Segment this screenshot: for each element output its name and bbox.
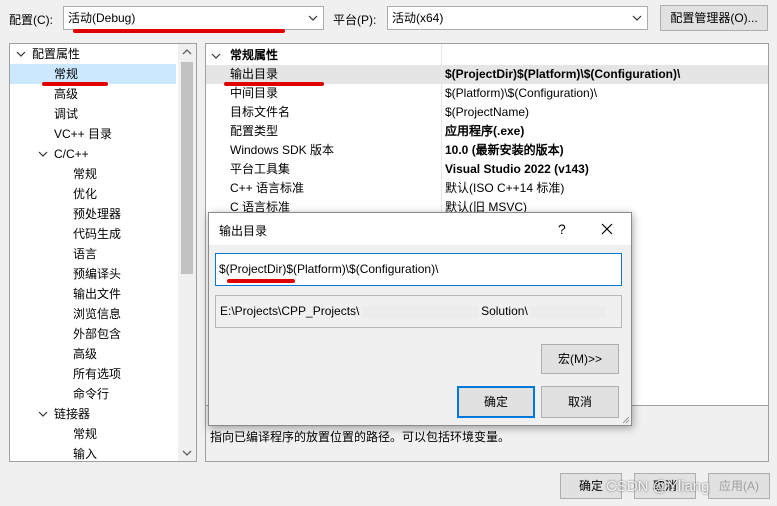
tree-item-label: 高级 — [73, 347, 98, 361]
dialog-ok-button[interactable]: 确定 — [457, 386, 535, 418]
tree-item-label: 常规 — [54, 67, 79, 81]
chevron-down-icon — [211, 53, 221, 59]
tree-item-label: 常规 — [73, 167, 98, 181]
property-value: Visual Studio 2022 (v143) — [445, 162, 589, 176]
help-icon[interactable]: ? — [558, 221, 566, 237]
evaluated-prefix: E:\Projects\CPP_Projects\ — [220, 304, 360, 318]
description-text: 指向已编译程序的放置位置的路径。可以包括环境变量。 — [210, 430, 511, 444]
platform-dropdown-value: 活动(x64) — [392, 11, 444, 25]
redacted-block — [531, 305, 606, 318]
tree-item-label: 外部包含 — [73, 327, 122, 341]
scroll-up-icon[interactable] — [182, 48, 192, 56]
chevron-down-icon — [308, 15, 318, 21]
tree-item-label: 命令行 — [73, 387, 110, 401]
tree-item-linker[interactable]: 链接器 — [10, 404, 176, 424]
property-tree[interactable]: 配置属性 常规 高级 调试 VC++ 目录 C/C++ 常规 优化 预处理器 代… — [9, 43, 197, 462]
apply-button[interactable]: 应用(A) — [708, 473, 770, 499]
close-icon[interactable] — [601, 223, 613, 235]
property-row-toolset[interactable]: 平台工具集 Visual Studio 2022 (v143) — [206, 160, 768, 179]
watermark: CSDN @Yliang — [606, 478, 710, 495]
property-row-target-name[interactable]: 目标文件名 $(ProjectName) — [206, 103, 768, 122]
dialog-titlebar[interactable]: 输出目录 ? — [209, 213, 631, 245]
tree-item-label: 配置属性 — [32, 47, 81, 61]
tree-item-label: 预编译头 — [73, 267, 122, 281]
tree-item-label: VC++ 目录 — [54, 127, 113, 141]
config-manager-button[interactable]: 配置管理器(O)... — [660, 5, 768, 31]
platform-label: 平台(P): — [333, 13, 377, 27]
config-dropdown[interactable]: 活动(Debug) — [63, 6, 324, 30]
dialog-title: 输出目录 — [219, 224, 268, 238]
tree-item-label: 调试 — [54, 107, 79, 121]
annotation-underline — [227, 279, 295, 283]
evaluated-mid: Solution\ — [481, 304, 528, 318]
scrollbar-thumb[interactable] — [181, 62, 193, 274]
macro-edit-value: $(ProjectDir)$(Platform)\$(Configuration… — [219, 262, 439, 276]
tree-item-label: 所有选项 — [73, 367, 122, 381]
evaluated-value-field: E:\Projects\CPP_Projects\ Solution\ — [215, 295, 622, 328]
chevron-down-icon — [38, 151, 48, 157]
chevron-down-icon — [16, 51, 26, 57]
property-name: 目标文件名 — [230, 105, 291, 119]
tree-item-label: 优化 — [73, 187, 98, 201]
annotation-underline — [73, 29, 285, 33]
property-row-sdk-version[interactable]: Windows SDK 版本 10.0 (最新安装的版本) — [206, 141, 768, 160]
property-row-intermediate-dir[interactable]: 中间目录 $(Platform)\$(Configuration)\ — [206, 84, 768, 103]
property-value: $(ProjectName) — [445, 105, 530, 119]
tree-item-label: 输出文件 — [73, 287, 122, 301]
tree-item-label: 高级 — [54, 87, 79, 101]
property-row-config-type[interactable]: 配置类型 应用程序(.exe) — [206, 122, 768, 141]
property-name: 中间目录 — [230, 86, 279, 100]
scroll-down-icon[interactable] — [182, 449, 192, 457]
property-value: $(ProjectDir)$(Platform)\$(Configuration… — [445, 67, 681, 81]
redacted-block — [362, 305, 478, 318]
tree-item-label: 常规 — [73, 427, 98, 441]
property-name: 平台工具集 — [230, 162, 291, 176]
column-divider — [441, 44, 442, 217]
property-value: 10.0 (最新安装的版本) — [445, 143, 564, 157]
section-header[interactable]: 常规属性 — [206, 46, 768, 65]
platform-dropdown[interactable]: 活动(x64) — [387, 6, 648, 30]
property-name: Windows SDK 版本 — [230, 143, 335, 157]
tree-item-label: 预处理器 — [73, 207, 122, 221]
chevron-down-icon — [632, 15, 642, 21]
property-value: 应用程序(.exe) — [445, 124, 525, 138]
tree-item-label: C/C++ — [54, 147, 89, 161]
tree-scrollbar[interactable] — [178, 44, 196, 461]
tree-root[interactable]: 配置属性 — [10, 44, 180, 64]
tree-item-label: 链接器 — [54, 407, 91, 421]
config-dropdown-value: 活动(Debug) — [68, 11, 136, 25]
macros-button[interactable]: 宏(M)>> — [541, 344, 619, 374]
tree-item-label: 语言 — [73, 247, 98, 261]
property-name: 配置类型 — [230, 124, 279, 138]
property-value: $(Platform)\$(Configuration)\ — [445, 86, 598, 100]
tree-item-c-cpp[interactable]: C/C++ — [10, 144, 176, 164]
output-directory-dialog[interactable]: 输出目录 ? $(ProjectDir)$(Platform)\$(Config… — [208, 212, 632, 426]
dialog-cancel-button[interactable]: 取消 — [541, 386, 619, 418]
property-row-cpp-standard[interactable]: C++ 语言标准 默认(ISO C++14 标准) — [206, 179, 768, 198]
property-value: 默认(ISO C++14 标准) — [445, 181, 565, 195]
property-name: C++ 语言标准 — [230, 181, 305, 195]
section-title: 常规属性 — [230, 48, 279, 62]
chevron-down-icon — [38, 411, 48, 417]
tree-item-label: 输入 — [73, 447, 98, 461]
tree-item-general[interactable]: 常规 — [10, 64, 176, 84]
tree-item-label: 代码生成 — [73, 227, 122, 241]
config-label: 配置(C): — [9, 13, 53, 27]
resize-grip-icon[interactable] — [620, 414, 630, 424]
tree-item-label: 浏览信息 — [73, 307, 122, 321]
